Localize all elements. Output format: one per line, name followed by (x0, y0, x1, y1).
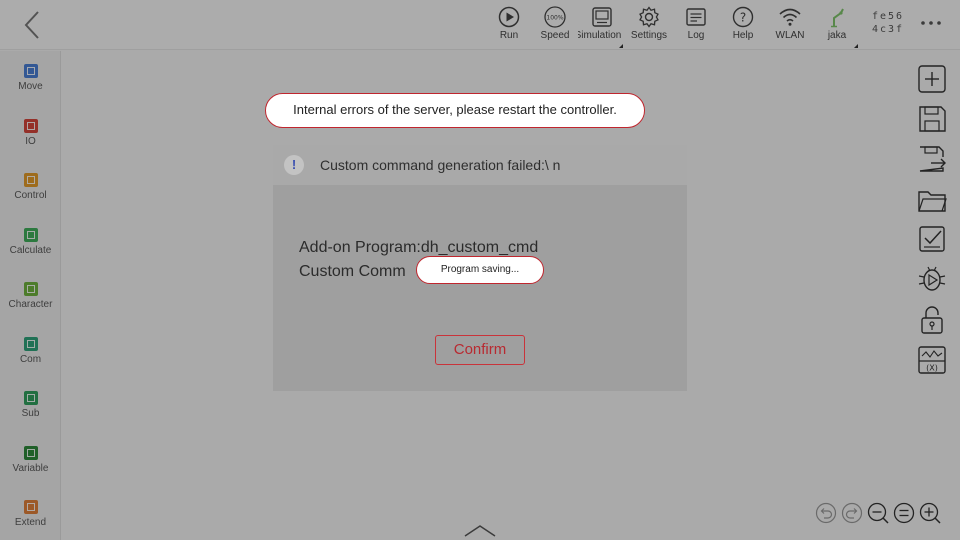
dialog-message-line2: Custom Comm (299, 263, 406, 280)
saving-toast-text: Program saving... (440, 264, 520, 275)
confirm-button[interactable]: Confirm (435, 335, 525, 365)
saving-toast: Program saving... (416, 256, 544, 284)
dialog-message-line1: Add-on Program:dh_custom_cmd (299, 239, 539, 256)
dialog-header: ! Custom command generation failed:\ n (273, 145, 687, 185)
error-toast: Internal errors of the server, please re… (265, 93, 645, 128)
warning-icon: ! (284, 155, 304, 175)
dialog-title: Custom command generation failed:\ n (320, 157, 561, 173)
error-toast-text: Internal errors of the server, please re… (293, 102, 617, 117)
